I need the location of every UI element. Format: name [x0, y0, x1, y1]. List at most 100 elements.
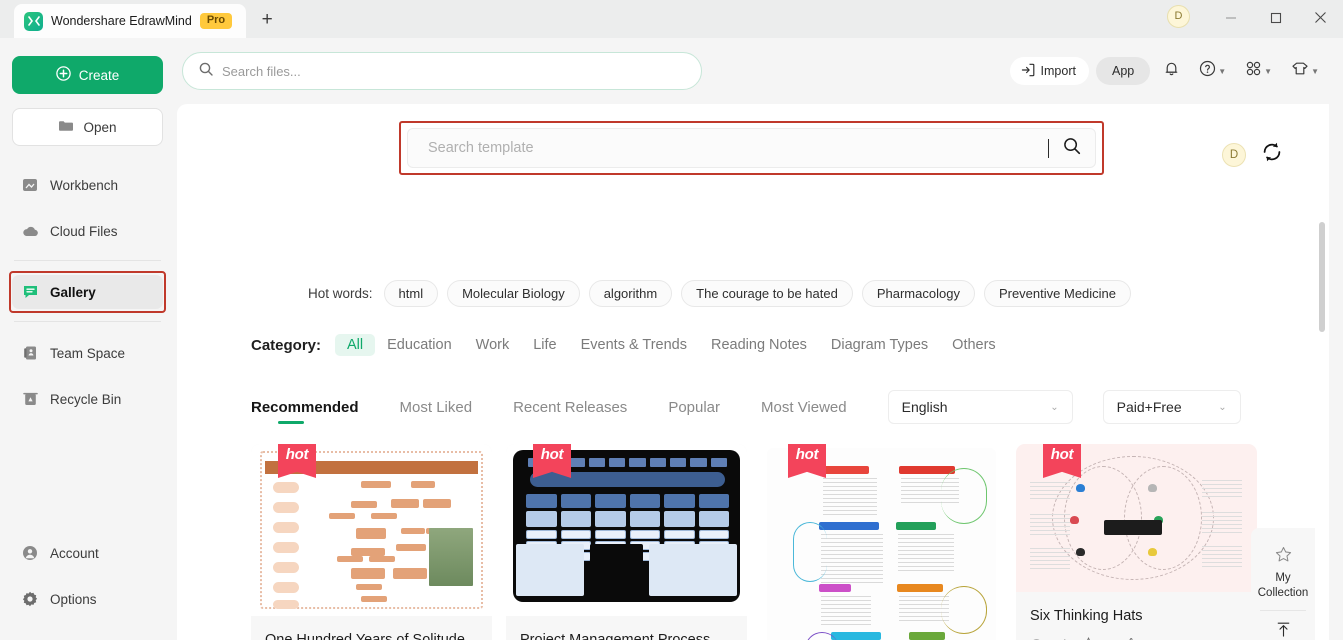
rail-divider — [1260, 610, 1306, 612]
panel-header-actions: D — [1222, 140, 1284, 169]
right-rail: My Collection Back to Top — [1251, 528, 1315, 640]
app-button[interactable]: App — [1095, 57, 1151, 85]
sidebar-nav: Workbench Cloud Files Gallery Team Space… — [9, 168, 166, 416]
template-search-wrapper: Search template — [399, 121, 1104, 175]
template-thumbnail[interactable]: hot — [506, 444, 747, 616]
template-card[interactable]: hot — [761, 444, 1002, 640]
minimize-button[interactable] — [1208, 2, 1253, 34]
import-label: Import — [1040, 64, 1076, 78]
template-card[interactable]: hot Project Management Process Template … — [506, 444, 747, 640]
chevron-down-icon: ⌄ — [1218, 401, 1227, 413]
grid-apps-icon — [1245, 60, 1262, 82]
edrawmind-logo-icon — [24, 11, 43, 31]
hotword-chip[interactable]: Molecular Biology — [447, 280, 580, 307]
card-title: One Hundred Years of Solitude Character.… — [265, 632, 465, 640]
theme-button[interactable]: ▼ — [1285, 57, 1325, 85]
category-item-events-trends[interactable]: Events & Trends — [569, 334, 699, 356]
hotword-chip[interactable]: The courage to be hated — [681, 280, 853, 307]
template-thumbnail[interactable]: hot — [251, 444, 492, 616]
refresh-icon[interactable] — [1260, 140, 1284, 169]
pro-badge: Pro — [199, 12, 233, 30]
import-icon — [1021, 63, 1035, 80]
category-item-others[interactable]: Others — [940, 334, 1008, 356]
sidebar-label: Options — [50, 591, 97, 607]
tab-recent-releases[interactable]: Recent Releases — [513, 399, 627, 424]
sidebar-item-cloud-files[interactable]: Cloud Files — [12, 214, 163, 248]
sidebar-item-workbench[interactable]: Workbench — [12, 168, 163, 202]
sidebar-item-team-space[interactable]: Team Space — [12, 336, 163, 370]
notifications-button[interactable] — [1157, 57, 1186, 85]
star-icon — [1275, 546, 1292, 567]
price-value: Paid+Free — [1116, 399, 1182, 415]
top-bar: Search files... Import App ▼ ▼ ▼ — [175, 38, 1343, 104]
template-thumbnail[interactable]: hot — [761, 444, 1002, 640]
search-files-placeholder: Search files... — [222, 63, 301, 79]
price-select[interactable]: Paid+Free ⌄ — [1102, 390, 1241, 424]
template-card[interactable]: hot One Hundred Years of Solitude Charac… — [251, 444, 492, 640]
language-value: English — [901, 399, 948, 415]
cloud-icon — [21, 222, 39, 240]
category-item-all[interactable]: All — [335, 334, 376, 356]
category-item-reading-notes[interactable]: Reading Notes — [699, 334, 819, 356]
language-select[interactable]: English ⌄ — [887, 390, 1073, 424]
template-thumbnail[interactable]: hot — [1016, 444, 1257, 592]
new-tab-button[interactable]: + — [256, 9, 278, 31]
trash-icon — [21, 390, 39, 408]
bell-icon — [1163, 60, 1180, 82]
sidebar-label: Gallery — [50, 284, 96, 300]
folder-icon — [58, 119, 74, 136]
open-label: Open — [83, 119, 117, 135]
hotword-chip[interactable]: Pharmacology — [861, 280, 975, 307]
chevron-down-icon: ⌄ — [1050, 401, 1059, 413]
tab-recommended[interactable]: Recommended — [251, 399, 359, 424]
template-card[interactable]: hot Six Thinking Hats 1.4k 10 — [1016, 444, 1257, 640]
apps-button[interactable]: ▼ — [1239, 57, 1278, 85]
workbench-icon — [21, 176, 39, 194]
hotword-chip[interactable]: html — [383, 280, 439, 307]
tab-most-liked[interactable]: Most Liked — [400, 399, 473, 424]
vertical-scrollbar[interactable] — [1319, 222, 1325, 332]
maximize-button[interactable] — [1253, 2, 1298, 34]
chevron-down-icon: ▼ — [1218, 66, 1227, 76]
sidebar-item-account[interactable]: Account — [12, 536, 163, 570]
sidebar-label: Account — [50, 545, 99, 561]
help-button[interactable]: ▼ — [1193, 57, 1232, 85]
sidebar-divider-2 — [14, 321, 161, 322]
gallery-icon — [21, 283, 39, 301]
sidebar-label: Recycle Bin — [50, 391, 122, 407]
shirt-icon — [1291, 61, 1309, 82]
category-item-life[interactable]: Life — [521, 334, 568, 356]
sidebar-item-gallery[interactable]: Gallery — [9, 271, 166, 313]
back-to-top-button[interactable]: Back to Top — [1251, 613, 1315, 640]
sidebar-bottom-nav: Account Options — [12, 536, 163, 628]
close-button[interactable] — [1298, 2, 1343, 34]
sidebar-item-recycle-bin[interactable]: Recycle Bin — [12, 382, 163, 416]
my-collection-button[interactable]: My Collection — [1251, 538, 1315, 608]
template-grid: hot One Hundred Years of Solitude Charac… — [251, 444, 1271, 640]
card-title: Project Management Process Template — [520, 632, 711, 640]
open-button[interactable]: Open — [12, 108, 163, 146]
category-item-education[interactable]: Education — [375, 334, 464, 356]
plus-circle-icon — [55, 66, 71, 84]
category-label: Category: — [251, 336, 322, 354]
category-item-work[interactable]: Work — [464, 334, 522, 356]
app-tab[interactable]: Wondershare EdrawMind Pro — [14, 4, 247, 38]
app-label: App — [1111, 64, 1135, 78]
sidebar-label: Team Space — [50, 345, 126, 361]
user-avatar[interactable]: D — [1222, 142, 1246, 167]
titlebar-avatar[interactable]: D — [1167, 4, 1190, 28]
create-button[interactable]: Create — [12, 56, 163, 94]
create-label: Create — [78, 67, 120, 83]
search-files-input[interactable]: Search files... — [182, 52, 702, 90]
hotword-chip[interactable]: Preventive Medicine — [983, 280, 1132, 307]
sort-tabs-row: Recommended Most Liked Recent Releases P… — [177, 390, 1329, 432]
tab-popular[interactable]: Popular — [668, 399, 720, 424]
sidebar: Create Open Workbench Cloud Files Galler… — [0, 38, 175, 640]
category-item-diagram-types[interactable]: Diagram Types — [819, 334, 940, 356]
app-title: Wondershare EdrawMind — [51, 14, 192, 28]
sidebar-label: Cloud Files — [50, 223, 118, 239]
sidebar-item-options[interactable]: Options — [12, 582, 163, 616]
hotword-chip[interactable]: algorithm — [588, 280, 673, 307]
import-button[interactable]: Import — [1009, 57, 1089, 85]
tab-most-viewed[interactable]: Most Viewed — [761, 399, 847, 424]
